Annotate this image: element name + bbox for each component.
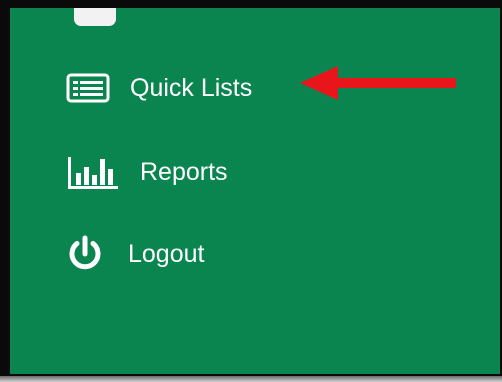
menu-item-quick-lists[interactable]: Quick Lists xyxy=(66,70,252,106)
menu-item-label: Logout xyxy=(128,239,205,268)
power-icon xyxy=(66,235,104,273)
side-menu: Quick Lists Reports Logout xyxy=(10,8,500,374)
partial-menu-icon[interactable] xyxy=(74,8,116,26)
menu-item-reports[interactable]: Reports xyxy=(66,152,228,192)
list-icon xyxy=(66,73,110,103)
menu-item-label: Quick Lists xyxy=(130,73,253,102)
menu-item-logout[interactable]: Logout xyxy=(66,234,204,274)
bottom-edge xyxy=(0,376,502,382)
red-arrow-icon xyxy=(300,66,456,100)
bar-chart-icon xyxy=(66,153,120,191)
menu-item-label: Reports xyxy=(140,157,228,186)
screenshot-frame: Quick Lists Reports Logout xyxy=(0,0,502,382)
